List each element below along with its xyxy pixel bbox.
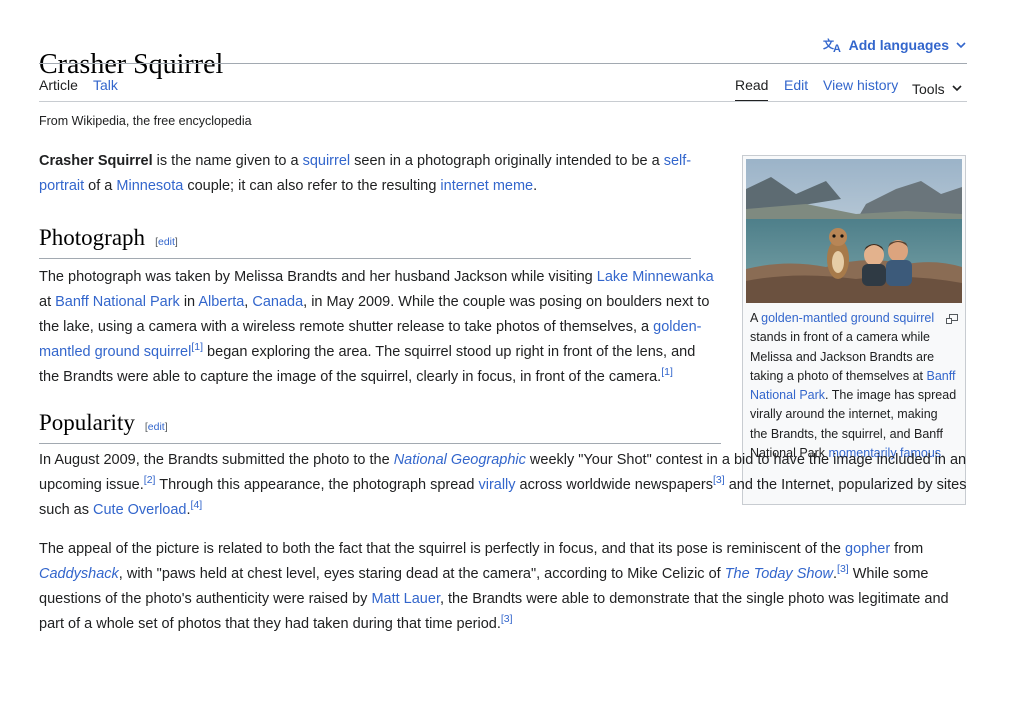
tab-view-history[interactable]: View history [823, 76, 898, 102]
text: couple; it can also refer to the resulti… [183, 178, 441, 194]
heading-text: Photograph [39, 225, 146, 250]
tab-article[interactable]: Article [39, 76, 78, 102]
add-languages-label: Add languages [848, 37, 949, 53]
link-cute-overload[interactable]: Cute Overload [93, 502, 187, 518]
tools-menu[interactable]: Tools [912, 76, 963, 102]
text: , with "paws held at chest level, eyes s… [118, 566, 725, 582]
translate-icon: 文 A [823, 37, 843, 53]
link-gopher[interactable]: gopher [845, 541, 890, 557]
article-body: Crasher Squirrel is the name given to a … [39, 149, 967, 637]
popularity-paragraph-1: In August 2009, the Brandts submitted th… [39, 448, 967, 523]
link-text: The Today Show [724, 566, 833, 582]
text: Through this appearance, the photograph … [155, 477, 479, 493]
section-heading-popularity: Popularity [edit] [39, 410, 721, 444]
link-squirrel[interactable]: squirrel [303, 153, 351, 169]
link-matt-lauer[interactable]: Matt Lauer [371, 591, 440, 607]
tab-talk[interactable]: Talk [93, 76, 118, 102]
link-banff-national-park[interactable]: Banff National Park [55, 294, 180, 310]
section-heading-photograph: Photograph [edit] [39, 225, 691, 259]
link-text: National Geographic [393, 452, 526, 468]
reference-link[interactable]: [1] [191, 341, 203, 353]
text: in [179, 294, 199, 310]
title-row: Crasher Squirrel 文 A Add languages [39, 26, 967, 80]
text: . [533, 178, 538, 194]
title-divider [39, 63, 967, 64]
lead-bold-title: Crasher Squirrel [39, 153, 153, 169]
lead-paragraph: Crasher Squirrel is the name given to a … [39, 149, 719, 199]
text: In August 2009, the Brandts submitted th… [39, 452, 394, 468]
text: at [39, 294, 56, 310]
text: of a [84, 178, 117, 194]
link-alberta[interactable]: Alberta [198, 294, 244, 310]
text: is the name given to a [152, 153, 303, 169]
link-text: Caddyshack [39, 566, 119, 582]
popularity-paragraph-2: The appeal of the picture is related to … [39, 537, 967, 637]
link-virally[interactable]: virally [478, 477, 515, 493]
reference-link[interactable]: [3] [501, 613, 513, 625]
reference-link[interactable]: [3] [713, 474, 725, 486]
site-tagline: From Wikipedia, the free encyclopedia [39, 114, 252, 128]
link-lake-minnewanka[interactable]: Lake Minnewanka [597, 269, 714, 285]
tab-read[interactable]: Read [735, 76, 769, 102]
reference-link[interactable]: [3] [837, 563, 849, 575]
tab-edit[interactable]: Edit [784, 76, 808, 102]
text: seen in a photograph originally intended… [350, 153, 664, 169]
text: The photograph was taken by Melissa Bran… [39, 269, 597, 285]
link-national-geographic[interactable]: National Geographic [394, 452, 526, 468]
text: The appeal of the picture is related to … [39, 541, 845, 557]
link-canada[interactable]: Canada [252, 294, 303, 310]
reference-link[interactable]: [1] [661, 366, 673, 378]
link-minnesota[interactable]: Minnesota [116, 178, 183, 194]
chevron-down-icon [951, 80, 963, 98]
chevron-down-icon [955, 39, 967, 51]
page-tabs: Article Talk Read Edit View history Tool… [39, 76, 967, 102]
text: across worldwide newspapers [515, 477, 713, 493]
add-languages-button[interactable]: 文 A Add languages [823, 37, 967, 53]
link-today-show[interactable]: The Today Show [725, 566, 833, 582]
photograph-paragraph: The photograph was taken by Melissa Bran… [39, 265, 719, 390]
section-edit: [edit] [155, 236, 178, 248]
link-internet-meme[interactable]: internet meme [440, 178, 533, 194]
page: Crasher Squirrel 文 A Add languages Artic… [0, 0, 1012, 718]
svg-text:A: A [833, 43, 841, 53]
text: from [890, 541, 924, 557]
reference-link[interactable]: [2] [144, 474, 156, 486]
tools-label: Tools [912, 81, 945, 97]
edit-section-link[interactable]: edit [148, 421, 165, 433]
reference-link[interactable]: [4] [191, 499, 203, 511]
link-caddyshack[interactable]: Caddyshack [39, 566, 119, 582]
edit-section-link[interactable]: edit [158, 236, 175, 248]
heading-text: Popularity [39, 410, 135, 435]
tabs-divider [39, 101, 967, 102]
section-edit: [edit] [144, 421, 168, 433]
